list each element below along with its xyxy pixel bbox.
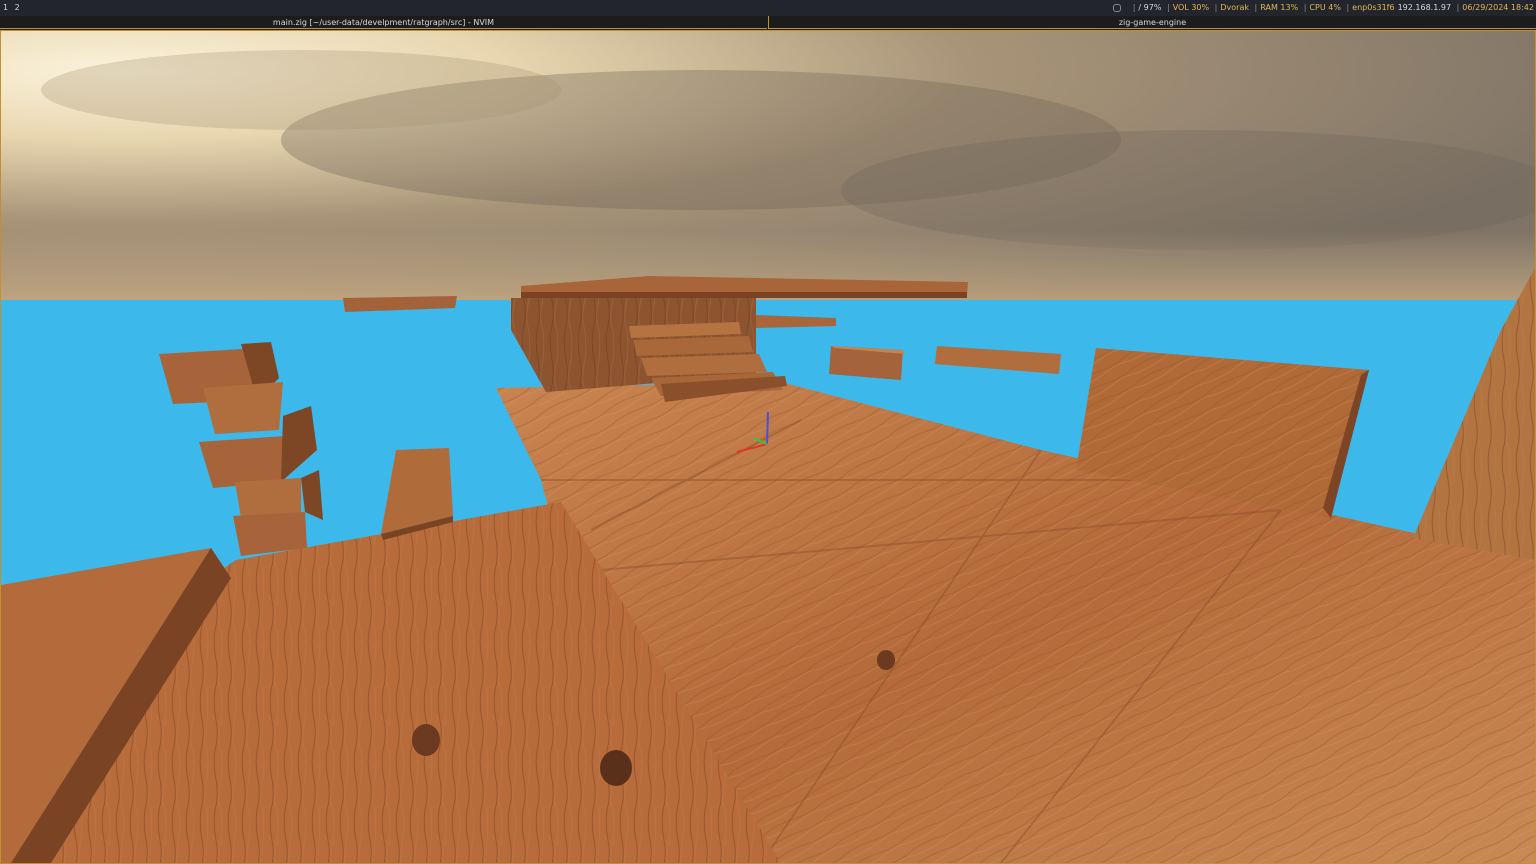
network-ip: 192.168.1.97 — [1397, 3, 1452, 12]
scene-canvas[interactable] — [1, 30, 1535, 863]
wood-knot — [412, 724, 440, 756]
keyboard-layout[interactable]: Dvorak — [1220, 3, 1249, 12]
workspace-list: 1 2 — [3, 0, 24, 16]
window-titlebar: main.zig [~/user-data/develpment/ratgrap… — [0, 16, 1536, 30]
system-status: |/ 97% | VOL 30% | Dvorak | RAM 13% | CPU 4%… — [1113, 0, 1534, 16]
wood-knot — [600, 750, 632, 786]
network-interface: enp0s31f6 — [1352, 3, 1395, 12]
clock: 06/29/2024 18:42 — [1462, 3, 1534, 12]
disk-usage: / 97% — [1138, 3, 1162, 12]
window-tab-nvim[interactable]: main.zig [~/user-data/develpment/ratgrap… — [0, 16, 767, 29]
y-axis — [766, 411, 769, 445]
cloud — [41, 50, 561, 130]
workspace-2[interactable]: 2 — [15, 3, 20, 12]
window-tab-game[interactable]: zig-game-engine — [768, 16, 1536, 29]
stack-block — [235, 478, 301, 518]
cpu-usage: CPU 4% — [1309, 3, 1341, 12]
workspace-1[interactable]: 1 — [3, 3, 8, 12]
tray-icon[interactable] — [1113, 3, 1122, 12]
status-bar: 1 2 |/ 97% | VOL 30% | Dvorak | RAM 13% | CP… — [0, 0, 1536, 16]
game-viewport[interactable] — [1, 30, 1535, 863]
ram-usage: RAM 13% — [1260, 3, 1299, 12]
wood-knot — [877, 650, 895, 670]
roof-plank-front — [521, 292, 967, 298]
volume-indicator[interactable]: VOL 30% — [1173, 3, 1209, 12]
stack-block — [203, 382, 283, 434]
